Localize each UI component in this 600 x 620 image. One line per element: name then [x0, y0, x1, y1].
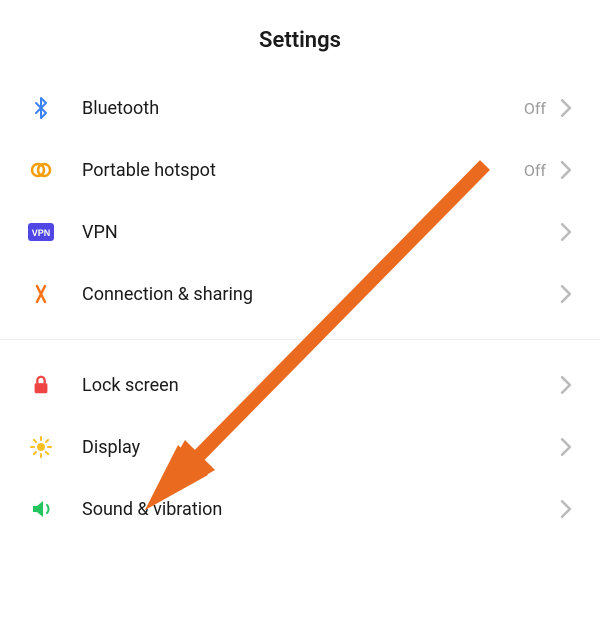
chevron-right-icon [560, 376, 572, 394]
chevron-right-icon [560, 438, 572, 456]
vpn-item[interactable]: VPN VPN [0, 201, 600, 263]
sound-vibration-item[interactable]: Sound & vibration [0, 478, 600, 540]
settings-list: Bluetooth Off Portable hotspot Off VPN V… [0, 77, 600, 540]
lock-screen-item[interactable]: Lock screen [0, 354, 600, 416]
item-label: Connection & sharing [82, 284, 560, 305]
lock-icon [28, 372, 54, 398]
section-divider [0, 339, 600, 340]
chevron-right-icon [560, 161, 572, 179]
item-label: Lock screen [82, 375, 560, 396]
svg-text:VPN: VPN [32, 228, 51, 238]
bluetooth-icon [28, 95, 54, 121]
connection-sharing-item[interactable]: Connection & sharing [0, 263, 600, 325]
chevron-right-icon [560, 500, 572, 518]
chevron-right-icon [560, 99, 572, 117]
item-label: Bluetooth [82, 98, 524, 119]
page-title: Settings [0, 28, 600, 53]
chevron-right-icon [560, 223, 572, 241]
item-status: Off [524, 99, 546, 118]
item-label: Display [82, 437, 560, 458]
chevron-right-icon [560, 285, 572, 303]
item-label: Portable hotspot [82, 160, 524, 181]
item-label: Sound & vibration [82, 499, 560, 520]
display-item[interactable]: Display [0, 416, 600, 478]
sound-icon [28, 496, 54, 522]
connection-icon [28, 281, 54, 307]
vpn-icon: VPN [28, 219, 54, 245]
hotspot-item[interactable]: Portable hotspot Off [0, 139, 600, 201]
hotspot-icon [28, 157, 54, 183]
bluetooth-item[interactable]: Bluetooth Off [0, 77, 600, 139]
item-status: Off [524, 161, 546, 180]
display-icon [28, 434, 54, 460]
item-label: VPN [82, 222, 560, 243]
page-header: Settings [0, 0, 600, 77]
